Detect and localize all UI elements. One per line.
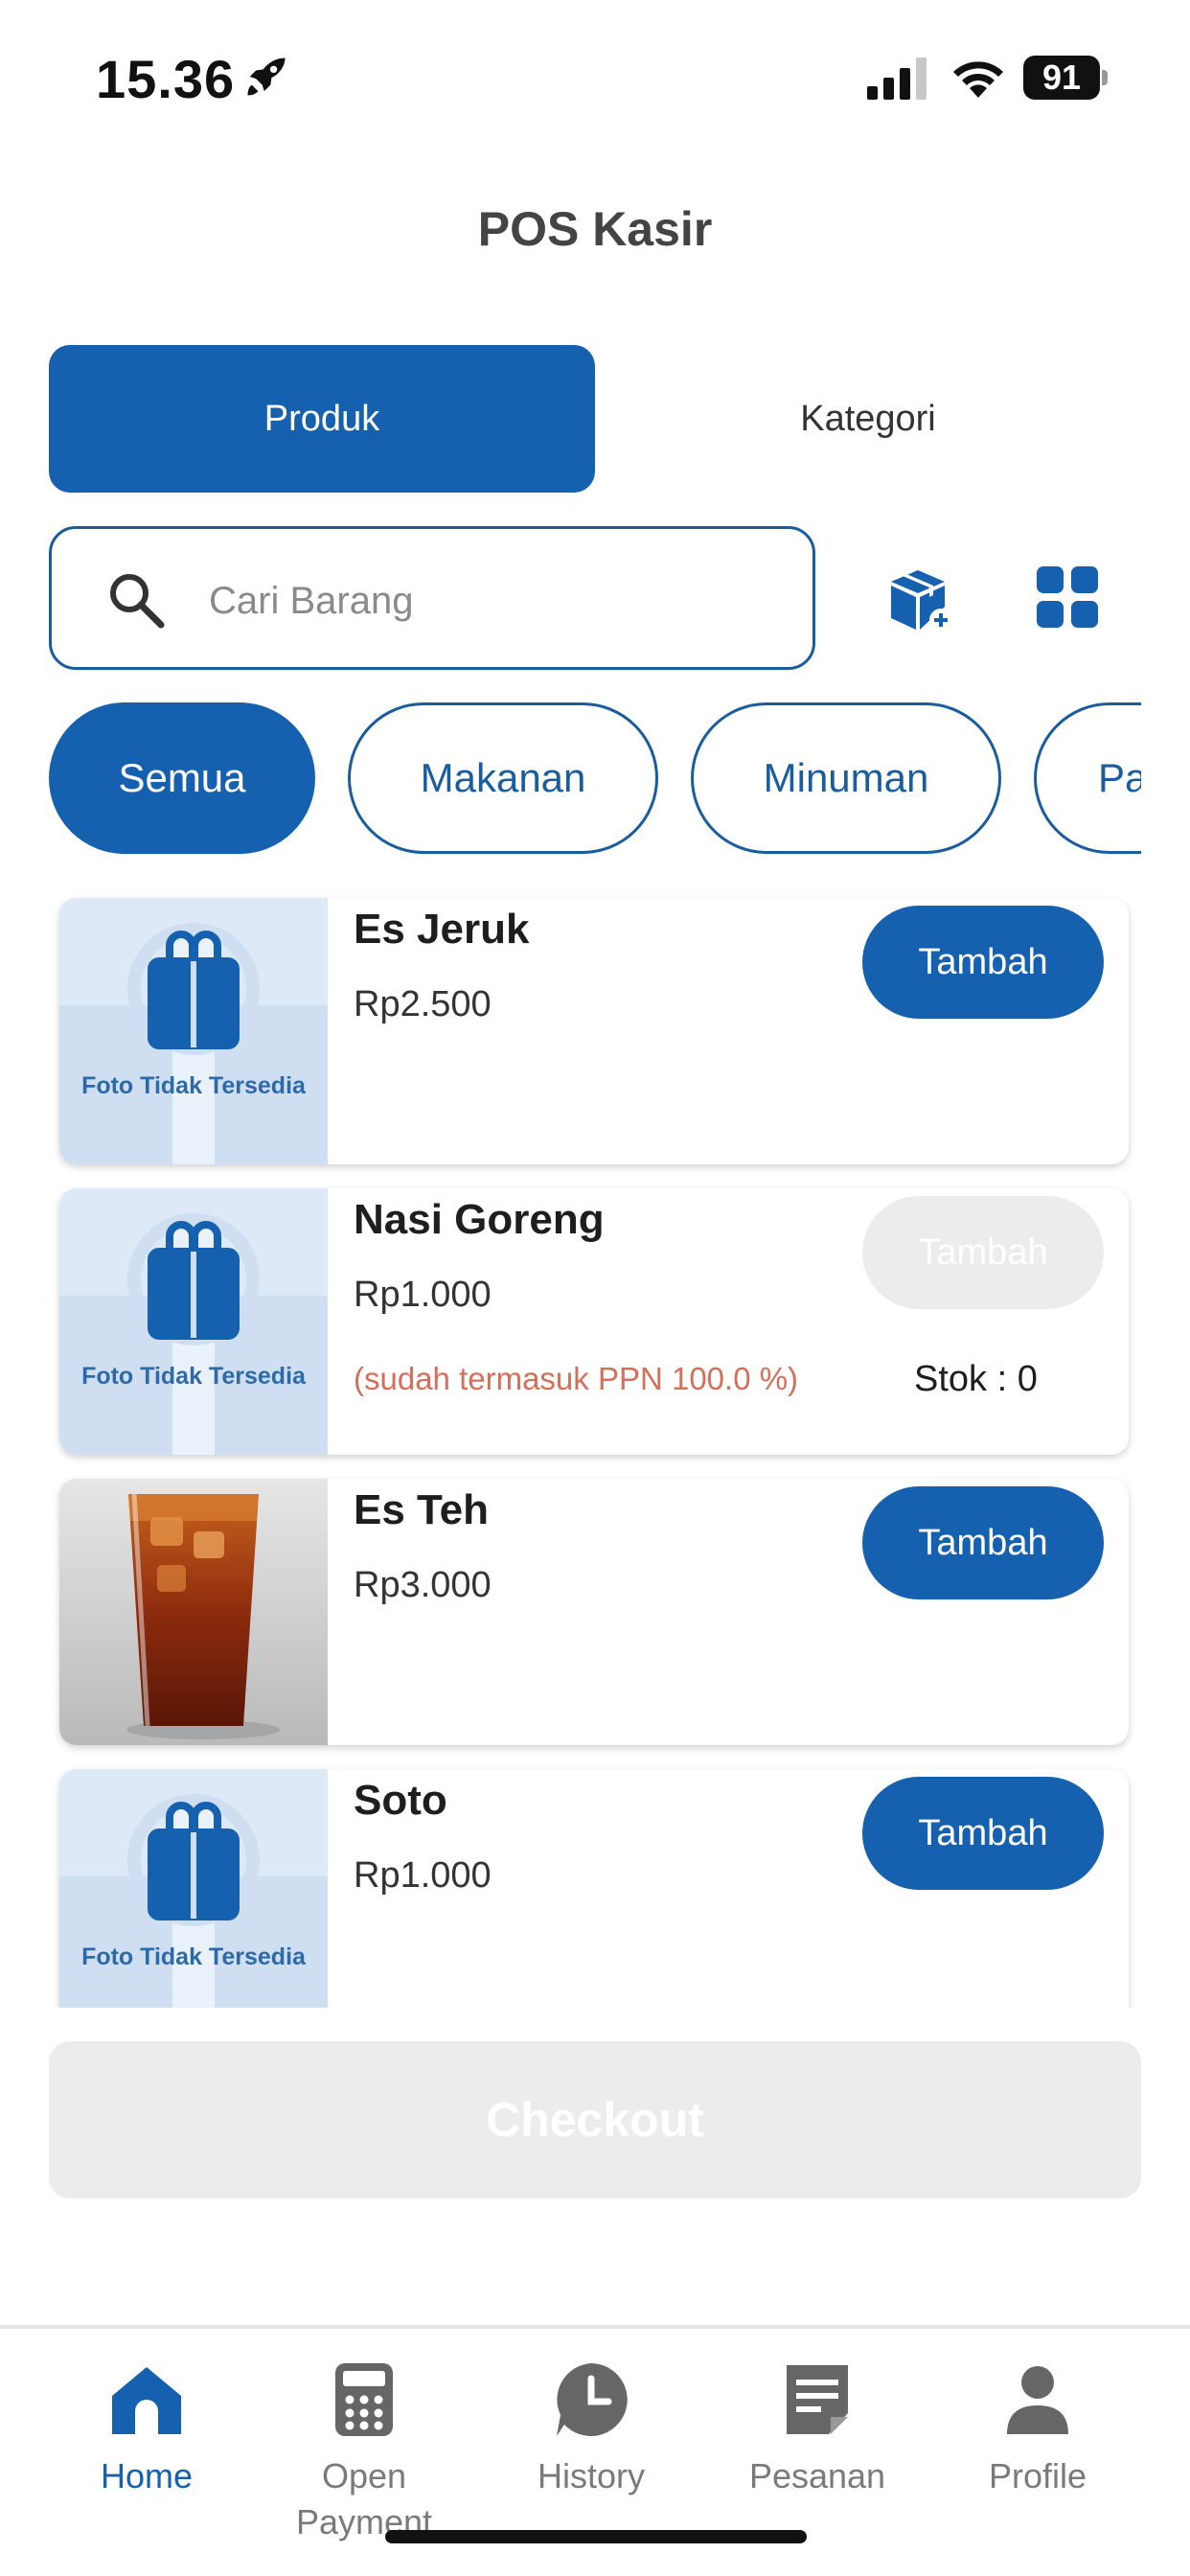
chip-partial[interactable]: Pa: [1034, 702, 1141, 854]
product-name: Soto: [354, 1777, 447, 1824]
add-button[interactable]: Tambah: [862, 1777, 1104, 1890]
battery-icon: 91: [1023, 56, 1108, 100]
cellular-signal-icon: [867, 58, 927, 100]
order-icon: [787, 2365, 848, 2434]
nav-history[interactable]: History: [495, 2358, 687, 2499]
calculator-icon: [335, 2363, 393, 2436]
status-time: 15.36: [96, 49, 236, 109]
nav-label: Home: [100, 2456, 194, 2496]
add-button[interactable]: Tambah: [862, 1196, 1104, 1309]
status-bar: 15.36 91: [0, 0, 1190, 163]
battery-level: 91: [1023, 56, 1100, 100]
history-icon: [557, 2363, 628, 2436]
search-bar[interactable]: [49, 526, 815, 670]
product-list: Foto Tidak Tersedia Es Jeruk Rp2.500 Tam…: [0, 886, 1190, 2008]
product-price: Rp1.000: [354, 1855, 492, 1896]
wifi-icon: [953, 61, 1003, 98]
nav-pesanan[interactable]: Pesanan: [721, 2358, 913, 2499]
product-card[interactable]: Foto Tidak Tersedia Nasi Goreng Rp1.000 …: [59, 1188, 1129, 1455]
product-photo: [59, 1479, 328, 1745]
product-image-placeholder: Foto Tidak Tersedia: [59, 898, 328, 1164]
nav-home[interactable]: Home: [51, 2358, 242, 2499]
home-indicator: [385, 2530, 807, 2543]
search-icon: [110, 574, 165, 629]
chip-minuman[interactable]: Minuman: [691, 702, 1001, 854]
nav-label: History: [537, 2456, 645, 2496]
search-input[interactable]: [209, 558, 784, 644]
add-product-icon[interactable]: [883, 561, 958, 635]
no-photo-label: Foto Tidak Tersedia: [81, 1363, 306, 1390]
product-card[interactable]: Foto Tidak Tersedia Es Jeruk Rp2.500 Tam…: [59, 898, 1129, 1164]
add-button[interactable]: Tambah: [862, 1486, 1104, 1599]
tab-produk[interactable]: Produk: [49, 345, 595, 493]
product-name: Nasi Goreng: [354, 1196, 605, 1243]
nav-label: Pesanan: [748, 2456, 886, 2496]
chip-makanan[interactable]: Makanan: [348, 702, 658, 854]
page-title: POS Kasir: [477, 202, 713, 256]
add-button[interactable]: Tambah: [862, 906, 1104, 1019]
rocket-icon: [247, 58, 286, 96]
product-price: Rp3.000: [354, 1565, 492, 1605]
product-name: Es Teh: [354, 1486, 490, 1533]
nav-open-payment[interactable]: Open Payment: [268, 2358, 460, 2545]
chip-semua[interactable]: Semua: [49, 702, 315, 854]
grid-view-icon[interactable]: [1037, 566, 1098, 628]
category-filter: Semua Makanan Minuman Pa: [49, 702, 1141, 856]
product-name: Es Jeruk: [354, 906, 530, 953]
tax-note: (sudah termasuk PPN 100.0 %): [354, 1361, 799, 1396]
no-photo-label: Foto Tidak Tersedia: [81, 1944, 306, 1970]
checkout-button[interactable]: Checkout: [49, 2041, 1141, 2198]
profile-icon: [1007, 2366, 1068, 2434]
product-card[interactable]: Es Teh Rp3.000 Tambah: [59, 1479, 1129, 1745]
nav-label: Profile: [988, 2456, 1087, 2496]
stock-label: Stok : 0: [914, 1359, 1038, 1399]
product-price: Rp1.000: [354, 1275, 492, 1315]
nav-profile[interactable]: Profile: [942, 2358, 1133, 2499]
no-photo-label: Foto Tidak Tersedia: [81, 1072, 306, 1099]
product-image-placeholder: Foto Tidak Tersedia: [59, 1769, 328, 2008]
product-price: Rp2.500: [354, 984, 492, 1024]
product-image-placeholder: Foto Tidak Tersedia: [59, 1188, 328, 1455]
tab-kategori[interactable]: Kategori: [595, 345, 1141, 493]
home-icon: [112, 2367, 181, 2434]
product-card[interactable]: Foto Tidak Tersedia Soto Rp1.000 Tambah: [59, 1769, 1129, 2008]
